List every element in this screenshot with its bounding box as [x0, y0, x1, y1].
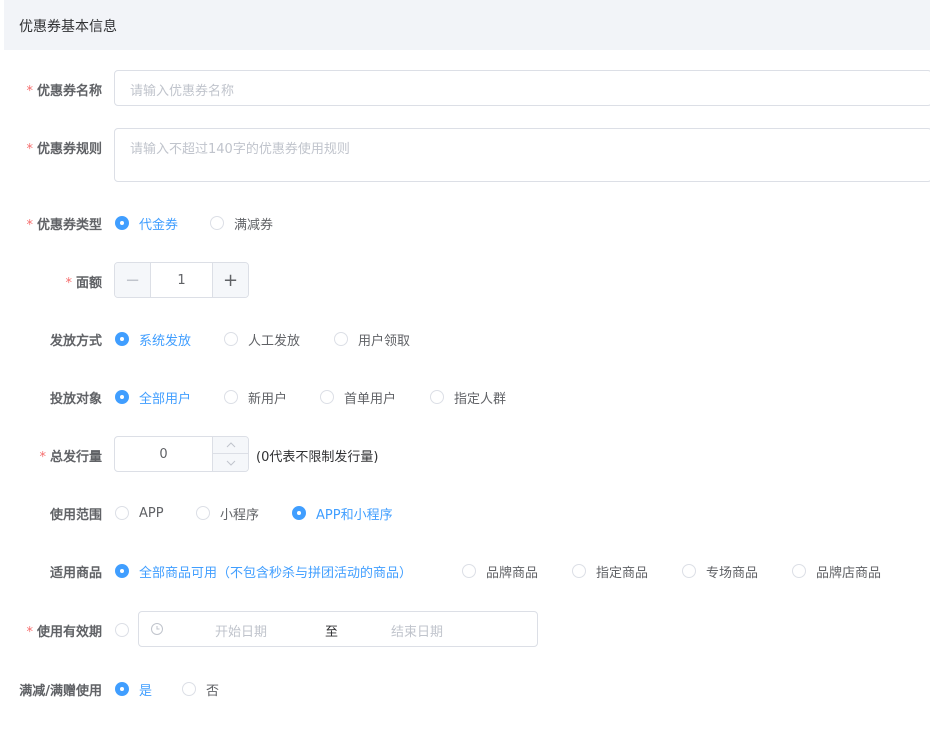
radio-dot	[182, 682, 196, 696]
radio-validity[interactable]	[115, 620, 129, 640]
radio-dot	[224, 332, 238, 346]
radio-dot	[115, 682, 129, 696]
radio-target-custom[interactable]: 指定人群	[430, 387, 506, 407]
radio-target-new[interactable]: 新用户	[224, 387, 287, 407]
coupon-type-label: * 优惠券类型	[26, 218, 102, 233]
end-date-input[interactable]: 结束日期	[391, 621, 443, 640]
coupon-name-label: * 优惠券名称	[26, 84, 102, 99]
plus-icon[interactable]: +	[212, 263, 248, 297]
chevron-down-icon[interactable]	[213, 454, 248, 471]
radio-stack-yes[interactable]: 是	[115, 679, 152, 699]
total-stepper[interactable]: 0	[114, 436, 249, 472]
radio-scope-both[interactable]: APP和小程序	[292, 503, 393, 523]
total-value[interactable]: 0	[115, 437, 212, 471]
products-label: 适用商品	[49, 566, 102, 581]
radio-dot	[115, 564, 129, 578]
radio-dot	[115, 216, 129, 230]
radio-dot	[115, 390, 129, 404]
radio-type-discount[interactable]: 满减券	[210, 213, 273, 233]
radio-scope-app[interactable]: APP	[115, 503, 164, 523]
radio-issue-system[interactable]: 系统发放	[115, 329, 191, 349]
radio-products-specified[interactable]: 指定商品	[572, 561, 648, 581]
radio-products-all[interactable]: 全部商品可用（不包含秒杀与拼团活动的商品）	[115, 561, 412, 581]
coupon-name-input[interactable]: 请输入优惠券名称	[114, 70, 930, 106]
radio-stack-no[interactable]: 否	[182, 679, 219, 699]
radio-dot	[682, 564, 696, 578]
stack-label: 满减/满赠使用	[19, 684, 102, 699]
validity-label: * 使用有效期	[26, 625, 102, 640]
date-range-picker[interactable]: 开始日期 至 结束日期	[138, 611, 538, 647]
coupon-rules-textarea[interactable]: 请输入不超过140字的优惠券使用规则	[114, 128, 930, 182]
scope-label: 使用范围	[49, 508, 102, 523]
radio-dot	[210, 216, 224, 230]
coupon-name-placeholder: 请输入优惠券名称	[130, 84, 235, 99]
radio-dot	[292, 506, 306, 520]
radio-issue-claim[interactable]: 用户领取	[334, 329, 410, 349]
radio-products-special[interactable]: 专场商品	[682, 561, 758, 581]
coupon-rules-placeholder: 请输入不超过140字的优惠券使用规则	[130, 142, 350, 157]
clock-icon	[151, 623, 163, 635]
radio-dot	[115, 332, 129, 346]
radio-dot	[462, 564, 476, 578]
radio-dot	[572, 564, 586, 578]
radio-target-first-order[interactable]: 首单用户	[320, 387, 396, 407]
radio-products-brand-store[interactable]: 品牌店商品	[792, 561, 881, 581]
amount-label: * 面额	[65, 276, 102, 291]
start-date-input[interactable]: 开始日期	[215, 621, 267, 640]
date-separator: 至	[325, 625, 339, 640]
radio-target-all[interactable]: 全部用户	[115, 387, 191, 407]
radio-dot	[115, 623, 129, 637]
total-note: (0代表不限制发行量)	[256, 450, 379, 465]
radio-products-brand[interactable]: 品牌商品	[462, 561, 538, 581]
chevron-up-icon[interactable]	[213, 437, 248, 454]
radio-dot	[224, 390, 238, 404]
amount-stepper[interactable]: − 1 +	[114, 262, 249, 298]
section-title: 优惠券基本信息	[19, 19, 117, 35]
amount-value[interactable]: 1	[151, 263, 212, 297]
section-header: 优惠券基本信息	[4, 0, 930, 50]
radio-issue-manual[interactable]: 人工发放	[224, 329, 300, 349]
total-stepper-arrows	[212, 437, 248, 471]
target-label: 投放对象	[49, 392, 102, 407]
total-label: * 总发行量	[39, 450, 102, 465]
radio-dot	[334, 332, 348, 346]
radio-dot	[115, 506, 129, 520]
coupon-rules-label: * 优惠券规则	[26, 142, 102, 157]
radio-dot	[430, 390, 444, 404]
radio-dot	[196, 506, 210, 520]
issue-method-label: 发放方式	[49, 334, 102, 349]
minus-icon[interactable]: −	[115, 263, 151, 297]
radio-type-voucher[interactable]: 代金券	[115, 213, 178, 233]
radio-dot	[792, 564, 806, 578]
radio-scope-miniprogram[interactable]: 小程序	[196, 503, 259, 523]
radio-dot	[320, 390, 334, 404]
